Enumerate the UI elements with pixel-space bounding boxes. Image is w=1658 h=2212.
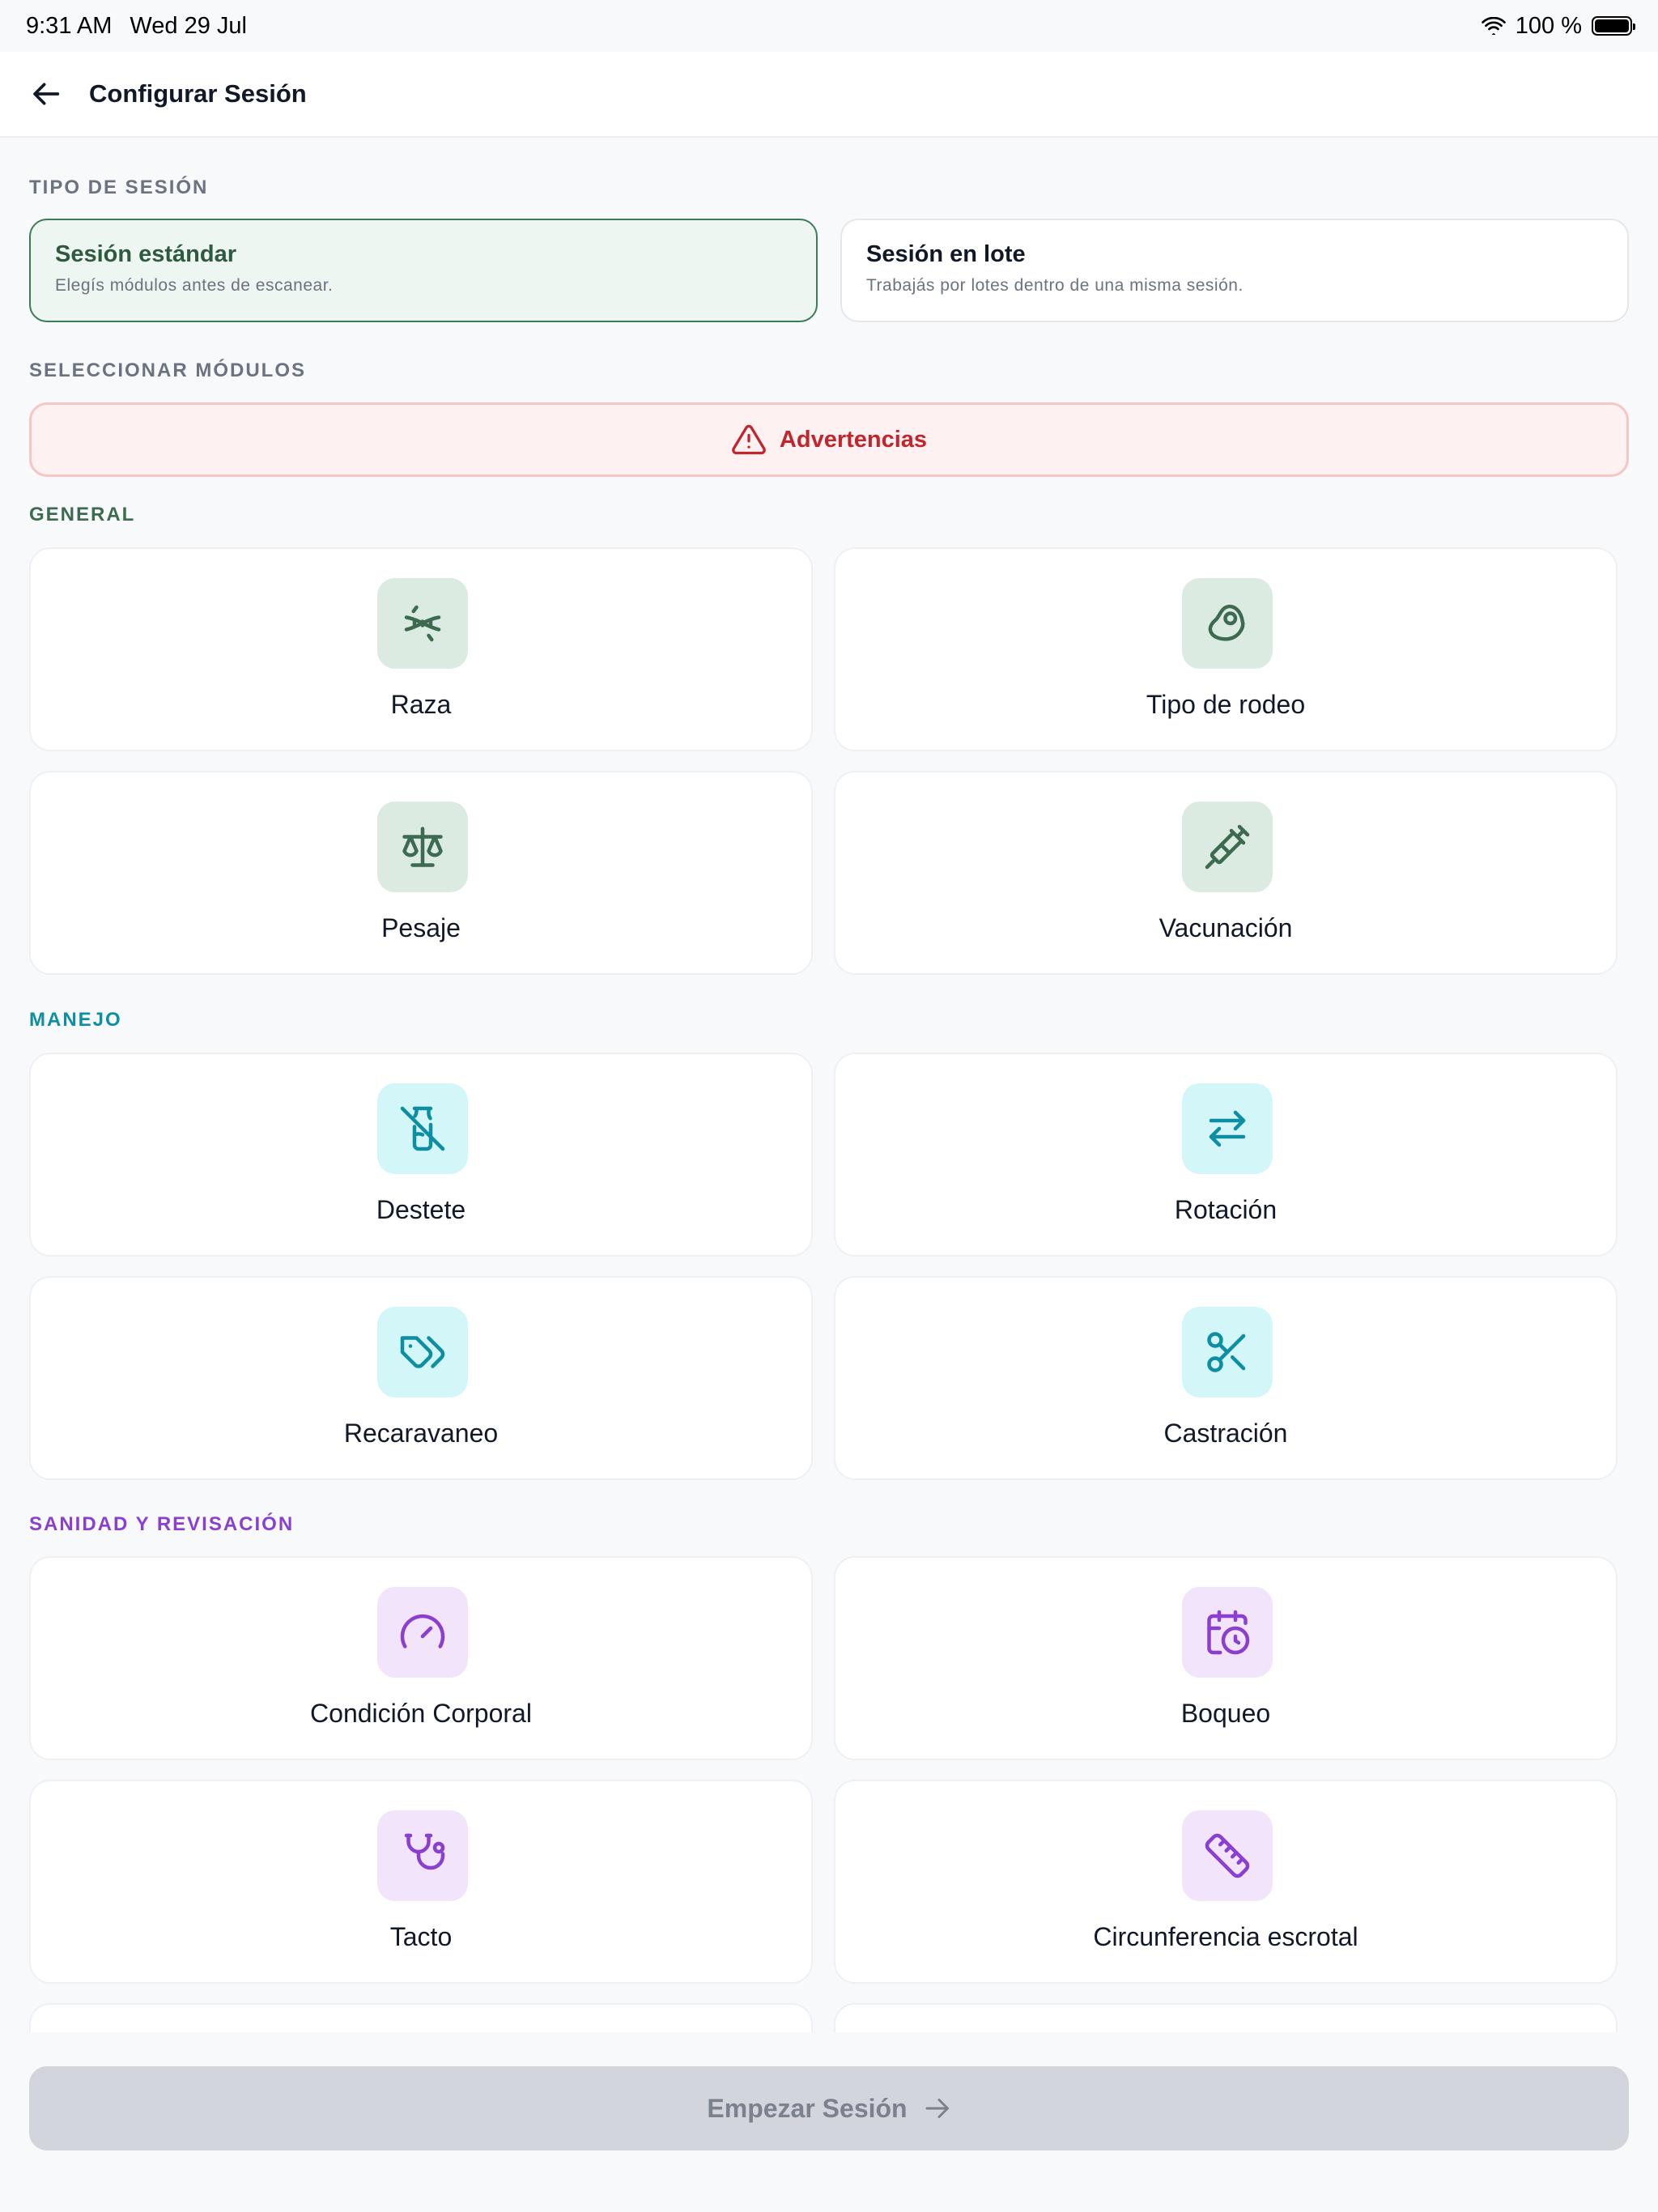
module-label: Rotación: [1174, 1195, 1278, 1224]
module-label: Destete: [376, 1195, 466, 1224]
tags-icon: [400, 1336, 445, 1368]
start-session-button[interactable]: Empezar Sesión: [29, 2066, 1629, 2150]
select-modules-label: SELECCIONAR MÓDULOS: [29, 359, 307, 381]
scissors-icon: [1207, 1332, 1246, 1372]
module-label: Recaravaneo: [343, 1419, 499, 1448]
session-option-standard[interactable]: Sesión estándar Elegís módulos antes de …: [29, 219, 818, 322]
wifi-icon: [1481, 17, 1506, 35]
dna-icon: [404, 605, 441, 642]
session-option-desc: Elegís módulos antes de escanear.: [55, 276, 334, 295]
module-destete[interactable]: Destete: [29, 1053, 813, 1257]
syringe-icon: [1205, 824, 1250, 870]
warnings-label: Advertencias: [779, 426, 928, 453]
gauge-icon: [400, 1614, 445, 1648]
milk-off-icon: [400, 1106, 445, 1151]
module-label: Boqueo: [1180, 1699, 1271, 1728]
start-session-label: Empezar Sesión: [707, 2093, 908, 2123]
module-rotacion[interactable]: Rotación: [834, 1053, 1618, 1257]
warnings-button[interactable]: Advertencias: [29, 402, 1629, 477]
group-label-general: GENERAL: [29, 504, 136, 525]
beef-icon: [1208, 604, 1245, 641]
module-label: Tipo de rodeo: [1146, 690, 1306, 719]
battery-percent: 100 %: [1515, 12, 1582, 39]
session-option-batch[interactable]: Sesión en lote Trabajás por lotes dentro…: [840, 219, 1629, 322]
module-tipo-de-rodeo[interactable]: Tipo de rodeo: [834, 547, 1618, 751]
battery-icon: [1592, 16, 1635, 36]
module-circunferencia-escrotal[interactable]: Circunferencia escrotal: [834, 1780, 1618, 1984]
calendar-clock-icon: [1207, 1610, 1250, 1655]
arrow-right-icon: [925, 2099, 949, 2118]
status-time: 9:31 AM: [26, 12, 113, 39]
group-label-manejo: MANEJO: [29, 1009, 122, 1031]
module-raza[interactable]: Raza: [29, 547, 813, 751]
module-label: Circunferencia escrotal: [1093, 1922, 1358, 1951]
module-vacunacion[interactable]: Vacunación: [834, 771, 1618, 975]
session-type-label: TIPO DE SESIÓN: [29, 177, 209, 198]
back-button[interactable]: [29, 76, 65, 112]
module-condicion-corporal[interactable]: Condición Corporal: [29, 1556, 813, 1760]
module-label: Tacto: [389, 1922, 453, 1951]
module-label: Pesaje: [381, 913, 461, 942]
module-label: Vacunación: [1158, 913, 1293, 942]
module-recaravaneo[interactable]: Recaravaneo: [29, 1276, 813, 1480]
module-card-partial[interactable]: [834, 2003, 1618, 2032]
module-castracion[interactable]: Castración: [834, 1276, 1618, 1480]
status-bar: 9:31 AM Wed 29 Jul 100 %: [0, 0, 1658, 52]
module-boqueo[interactable]: Boqueo: [834, 1556, 1618, 1760]
module-label: Castración: [1163, 1419, 1288, 1448]
module-label: Raza: [390, 690, 452, 719]
top-bar: Configurar Sesión: [0, 52, 1658, 138]
session-option-name: Sesión estándar: [55, 241, 237, 267]
ruler-icon: [1205, 1833, 1250, 1878]
page-title: Configurar Sesión: [89, 79, 307, 108]
status-date: Wed 29 Jul: [130, 12, 247, 39]
main-content: TIPO DE SESIÓN Sesión estándar Elegís mó…: [0, 138, 1658, 2032]
footer-bar: Empezar Sesión: [0, 2032, 1658, 2212]
warning-triangle-icon: [732, 424, 766, 455]
module-card-partial[interactable]: [29, 2003, 813, 2032]
module-tacto[interactable]: Tacto: [29, 1780, 813, 1984]
arrow-left-icon: [33, 83, 60, 105]
stethoscope-icon: [404, 1833, 445, 1870]
module-label: Condición Corporal: [310, 1699, 532, 1728]
scale-icon: [402, 827, 443, 867]
group-label-sanidad: SANIDAD Y REVISACIÓN: [29, 1513, 295, 1535]
module-pesaje[interactable]: Pesaje: [29, 771, 813, 975]
session-option-name: Sesión en lote: [866, 241, 1026, 267]
arrows-swap-icon: [1209, 1110, 1246, 1147]
session-option-desc: Trabajás por lotes dentro de una misma s…: [866, 276, 1244, 295]
